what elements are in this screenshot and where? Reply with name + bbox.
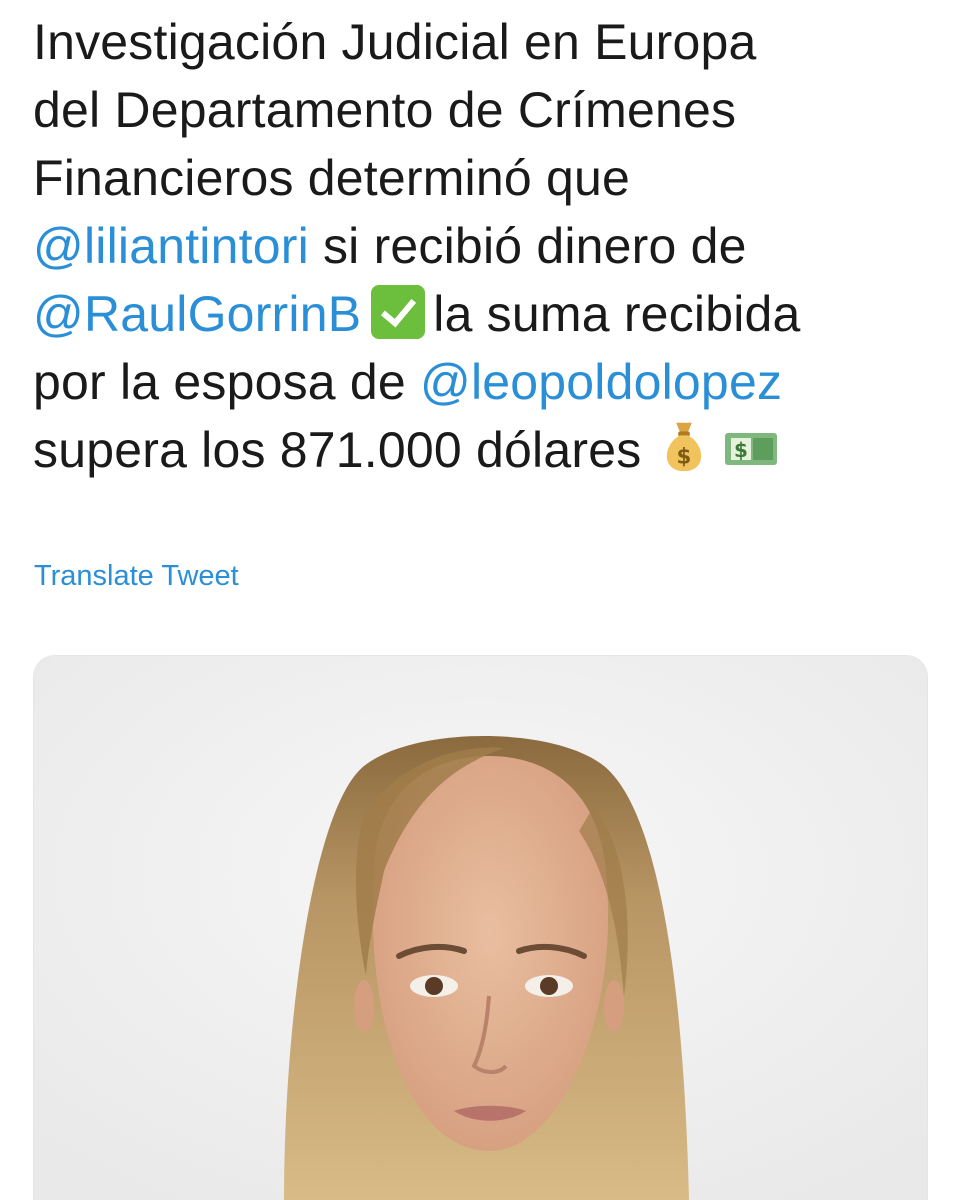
tweet-text-segment: supera los 871.000 dólares — [33, 422, 642, 478]
mention-link[interactable]: @RaulGorrinB — [33, 286, 361, 342]
tweet-text: Investigación Judicial en Europa del Dep… — [33, 8, 938, 484]
tweet-line: del Departamento de Crímenes — [33, 82, 737, 138]
translate-tweet-link[interactable]: Translate Tweet — [34, 560, 239, 593]
tweet-line: @liliantintori si recibió dinero de — [33, 212, 938, 280]
money-bag-icon: $ — [667, 422, 702, 472]
tweet-line: Financieros determinó que — [33, 150, 630, 206]
tweet-media-photo[interactable] — [33, 655, 928, 1200]
tweet-text-segment: si recibió dinero de — [308, 218, 747, 274]
tweet-line: supera los 871.000 dólares $ $ — [33, 416, 938, 484]
svg-text:$: $ — [677, 444, 692, 469]
mention-link[interactable]: @liliantintori — [33, 218, 309, 274]
tweet-line: Investigación Judicial en Europa — [33, 14, 757, 70]
tweet-line: por la esposa de @leopoldolopez — [33, 348, 938, 416]
mention-link[interactable]: @leopoldolopez — [420, 354, 782, 410]
white-check-mark-icon — [371, 285, 426, 339]
svg-text:$: $ — [734, 438, 748, 462]
dollar-banknote-icon: $ — [725, 433, 778, 465]
tweet-line: @RaulGorrinB la suma recibida — [33, 280, 938, 348]
tweet-text-segment: por la esposa de — [33, 354, 420, 410]
tweet-card: Investigación Judicial en Europa del Dep… — [0, 0, 960, 1200]
portrait-photo — [34, 656, 927, 1200]
tweet-text-segment: la suma recibida — [433, 286, 801, 342]
